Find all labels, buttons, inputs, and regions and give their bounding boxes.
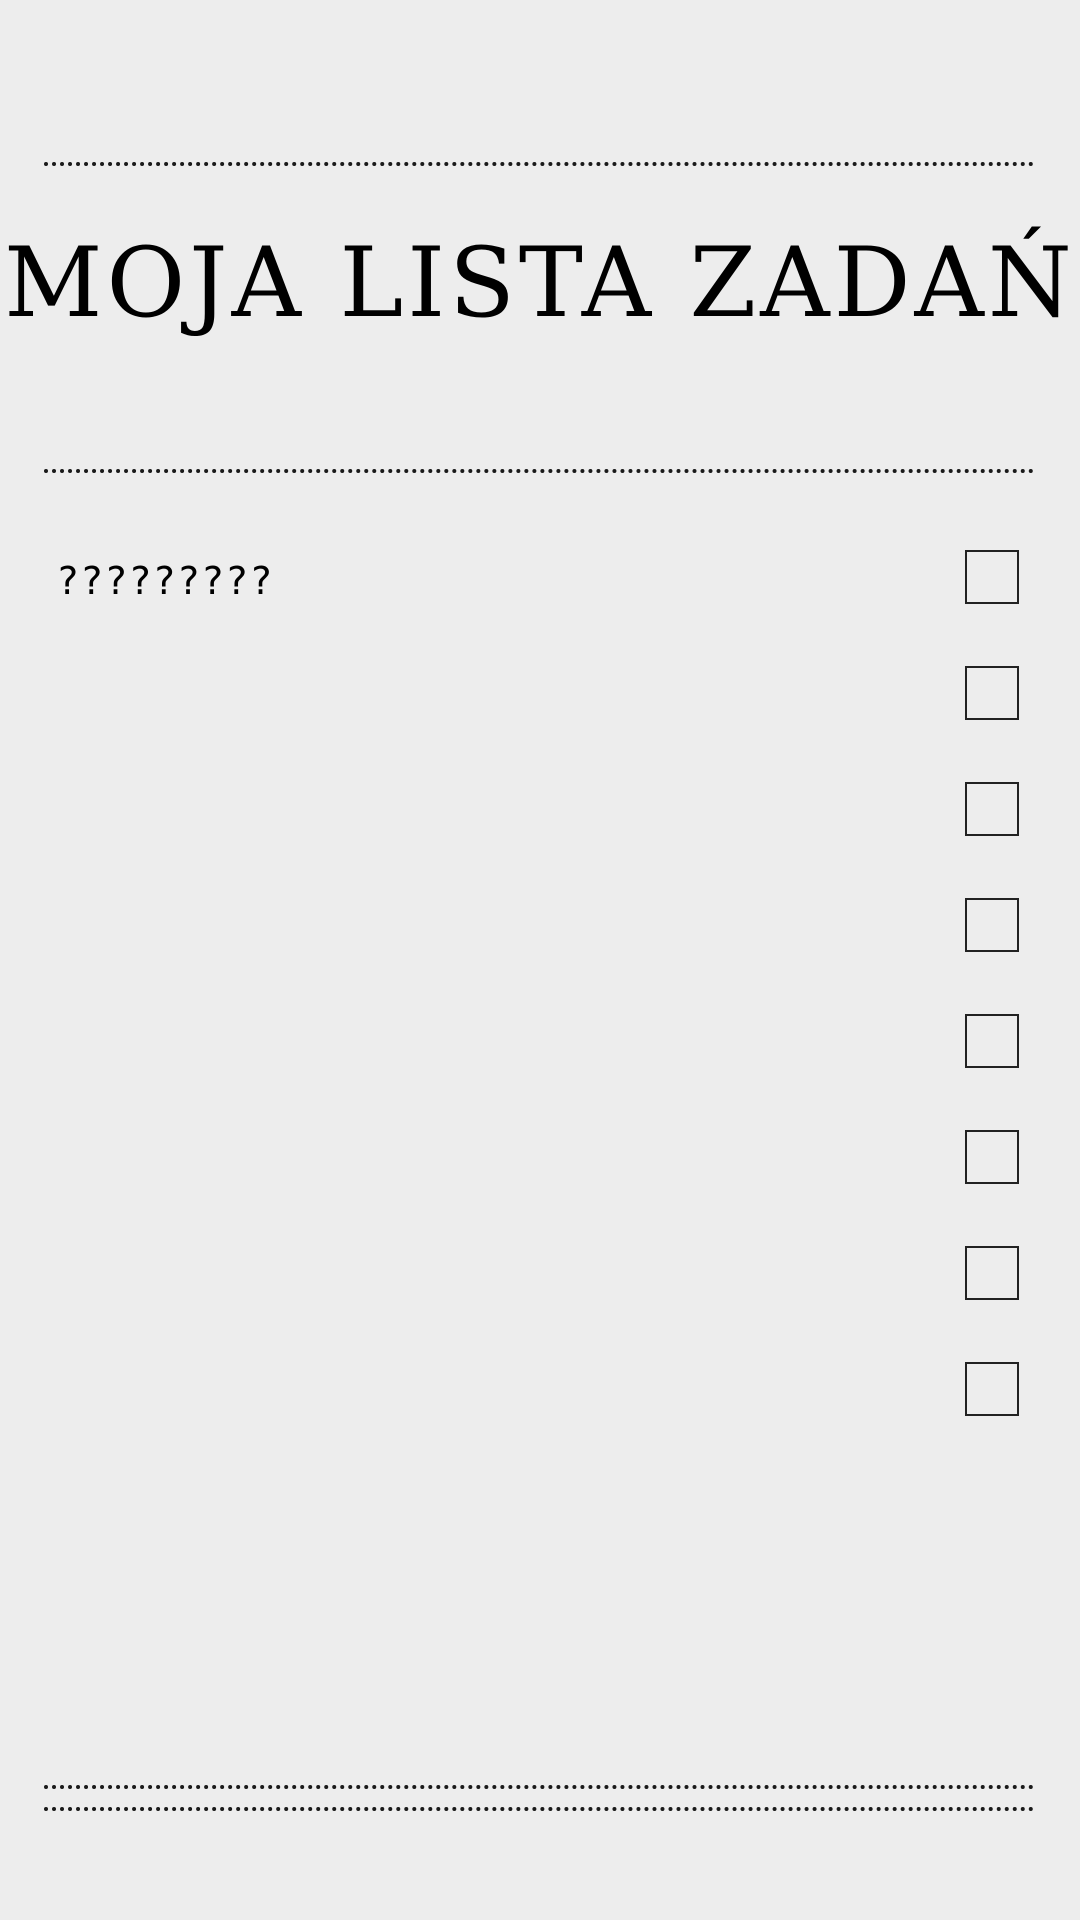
- page-title: MOJA LISTA ZADAŃ: [4, 227, 1076, 339]
- task-checkbox[interactable]: [965, 550, 1019, 604]
- task-row: [0, 898, 1080, 1014]
- task-row: [0, 782, 1080, 898]
- task-row: [0, 1130, 1080, 1246]
- title-divider: [44, 469, 1034, 473]
- task-checkbox[interactable]: [965, 1246, 1019, 1300]
- task-row: [0, 1014, 1080, 1130]
- task-row: [0, 1362, 1080, 1478]
- task-row: ?????????: [0, 550, 1080, 666]
- task-list: ?????????: [0, 550, 1080, 1478]
- task-checkbox[interactable]: [965, 1362, 1019, 1416]
- task-checkbox[interactable]: [965, 1014, 1019, 1068]
- task-checkbox[interactable]: [965, 782, 1019, 836]
- task-checkbox[interactable]: [965, 666, 1019, 720]
- task-row: [0, 666, 1080, 782]
- task-text[interactable]: ?????????: [58, 558, 276, 604]
- task-checkbox[interactable]: [965, 1130, 1019, 1184]
- footer-divider-upper: [44, 1785, 1034, 1789]
- task-checkbox[interactable]: [965, 898, 1019, 952]
- footer-divider-lower: [44, 1807, 1034, 1811]
- top-divider: [44, 162, 1034, 166]
- task-row: [0, 1246, 1080, 1362]
